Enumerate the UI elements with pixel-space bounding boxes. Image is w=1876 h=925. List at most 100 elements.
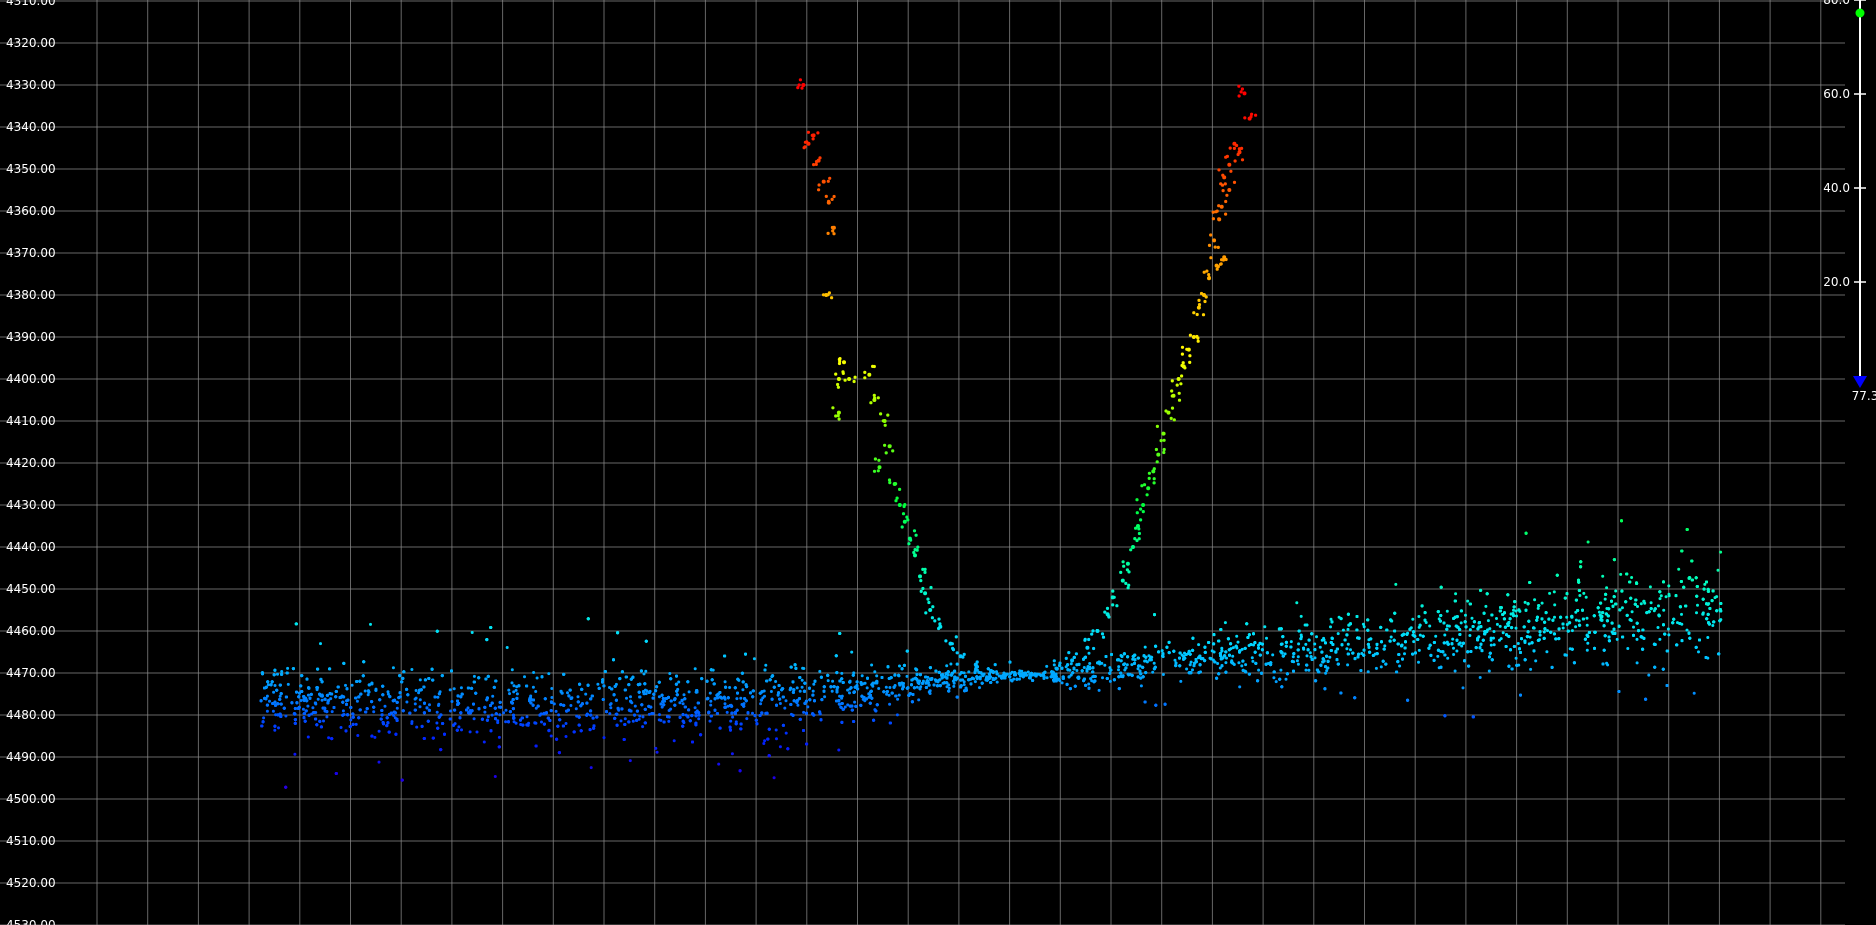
data-point — [272, 690, 276, 694]
data-point — [497, 735, 501, 739]
data-point — [1251, 659, 1255, 663]
data-point — [1614, 589, 1618, 593]
data-point — [1223, 621, 1227, 625]
data-point — [349, 718, 353, 722]
data-point — [1664, 595, 1668, 599]
data-point — [306, 704, 310, 708]
data-point — [1143, 645, 1147, 649]
data-point — [1237, 661, 1241, 665]
data-point — [470, 631, 474, 634]
data-point — [417, 691, 421, 695]
data-point — [962, 671, 966, 675]
data-point — [1143, 659, 1147, 663]
data-point — [1657, 604, 1660, 608]
data-point — [512, 720, 516, 724]
data-point — [1533, 598, 1537, 602]
data-point — [1103, 663, 1107, 667]
data-point — [1515, 614, 1518, 618]
data-point — [672, 739, 676, 743]
data-point — [945, 685, 949, 689]
data-point — [708, 719, 712, 723]
data-point — [752, 657, 756, 661]
data-point — [1488, 627, 1492, 631]
data-point — [625, 696, 628, 700]
data-point — [306, 735, 310, 739]
data-point — [839, 706, 843, 710]
data-point — [802, 710, 806, 714]
data-point — [995, 680, 999, 684]
data-point — [729, 719, 733, 723]
data-point — [730, 752, 734, 756]
data-point — [865, 686, 869, 690]
data-point — [764, 663, 768, 667]
data-point — [1514, 626, 1518, 630]
data-point — [1374, 666, 1378, 670]
data-point — [962, 683, 966, 687]
data-point — [1577, 619, 1581, 623]
data-point — [667, 709, 671, 712]
data-point — [885, 692, 889, 696]
data-point — [1552, 590, 1556, 594]
data-point — [658, 713, 661, 717]
data-point — [1489, 636, 1493, 640]
data-point — [339, 726, 343, 729]
data-point — [1454, 592, 1458, 596]
data-point — [1341, 628, 1345, 632]
data-point — [366, 693, 370, 697]
data-point — [1527, 642, 1531, 646]
data-point — [1216, 662, 1220, 665]
data-point — [1605, 586, 1609, 590]
data-point — [410, 722, 414, 725]
data-point — [1470, 616, 1474, 620]
data-point — [1018, 669, 1022, 673]
data-point — [1097, 688, 1101, 692]
data-point — [1619, 572, 1623, 576]
data-point — [1398, 664, 1402, 668]
data-point — [468, 730, 472, 734]
data-point — [459, 686, 463, 690]
data-point — [1523, 600, 1527, 604]
data-point — [1329, 617, 1333, 621]
data-point — [795, 686, 799, 690]
data-point — [778, 745, 782, 749]
data-point — [1545, 650, 1549, 654]
data-point — [1468, 634, 1472, 637]
data-point — [377, 729, 381, 733]
data-point — [818, 669, 822, 673]
data-point — [1418, 633, 1422, 637]
data-point — [482, 740, 486, 744]
data-point — [280, 670, 284, 673]
data-point — [410, 668, 414, 671]
data-point — [418, 678, 422, 682]
data-point — [840, 694, 844, 698]
data-point — [496, 721, 500, 725]
data-point — [1139, 684, 1143, 688]
data-point — [873, 670, 877, 674]
data-point — [392, 713, 396, 717]
data-point — [1498, 624, 1502, 628]
data-point — [1538, 633, 1542, 637]
data-point — [769, 690, 773, 693]
data-point — [677, 680, 681, 684]
data-point — [877, 687, 881, 690]
scatter-plot[interactable]: 4310.004320.004330.004340.004350.004360.… — [0, 0, 1876, 925]
data-point — [525, 715, 529, 719]
data-point — [1197, 643, 1201, 647]
data-point — [1296, 662, 1300, 666]
data-point — [655, 750, 659, 754]
data-point — [1336, 632, 1340, 636]
data-point — [647, 712, 651, 716]
data-point — [386, 690, 390, 694]
data-point — [363, 689, 367, 693]
data-point — [293, 752, 297, 756]
data-point — [659, 718, 663, 722]
data-point — [552, 702, 556, 706]
data-point — [534, 690, 538, 693]
data-point — [1305, 654, 1309, 658]
data-point — [812, 682, 816, 686]
data-point — [1696, 603, 1699, 607]
data-point — [1713, 596, 1717, 600]
data-point — [557, 713, 561, 717]
data-point — [1697, 650, 1700, 654]
data-point — [1346, 642, 1350, 646]
